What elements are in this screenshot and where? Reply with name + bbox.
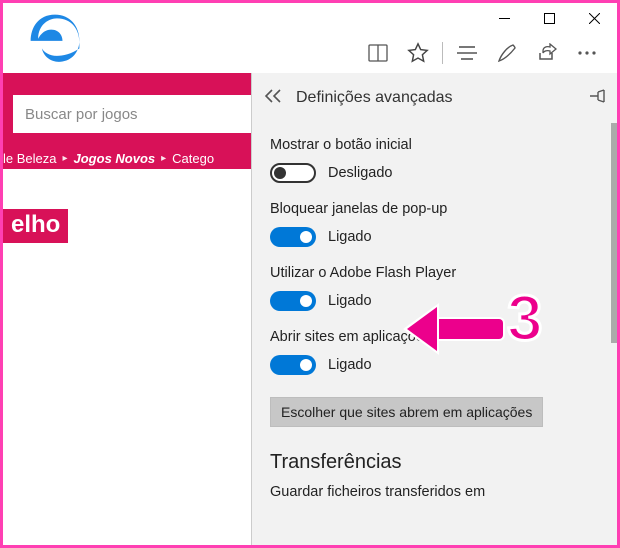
chevron-right-icon: ▸ <box>62 153 67 164</box>
page-badge: elho <box>3 209 68 243</box>
setting-open-in-apps: Abrir sites em aplicações Ligado <box>270 329 599 375</box>
hub-lines-icon[interactable] <box>447 33 487 73</box>
toggle-state-text: Ligado <box>328 357 372 373</box>
nav-item[interactable]: Catego <box>172 151 214 166</box>
section-heading-downloads: Transferências <box>270 451 599 474</box>
chevron-right-icon: ▸ <box>161 153 166 164</box>
choose-sites-button[interactable]: Escolher que sites abrem em aplicações <box>270 397 543 427</box>
share-icon[interactable] <box>527 33 567 73</box>
setting-label: Utilizar o Adobe Flash Player <box>270 265 599 281</box>
downloads-subline: Guardar ficheiros transferidos em <box>270 484 599 500</box>
setting-block-popups: Bloquear janelas de pop-up Ligado <box>270 201 599 247</box>
panel-title: Definições avançadas <box>296 89 453 107</box>
nav-item-active[interactable]: Jogos Novos <box>74 151 156 166</box>
nav-item[interactable]: le Beleza <box>3 151 56 166</box>
edge-logo-icon <box>25 9 85 69</box>
search-input[interactable]: Buscar por jogos <box>13 95 261 133</box>
toggle-home-button[interactable] <box>270 163 316 183</box>
more-icon[interactable] <box>567 33 607 73</box>
reading-list-icon[interactable] <box>358 33 398 73</box>
setting-label: Abrir sites em aplicações <box>270 329 599 345</box>
toggle-state-text: Ligado <box>328 229 372 245</box>
setting-label: Bloquear janelas de pop-up <box>270 201 599 217</box>
toggle-open-in-apps[interactable] <box>270 355 316 375</box>
category-nav: le Beleza ▸ Jogos Novos ▸ Catego <box>3 147 253 169</box>
toolbar-separator <box>442 42 443 64</box>
setting-home-button: Mostrar o botão inicial Desligado <box>270 137 599 183</box>
scrollbar[interactable] <box>611 123 617 343</box>
page-content: Buscar por jogos le Beleza ▸ Jogos Novos… <box>3 73 253 548</box>
toggle-block-popups[interactable] <box>270 227 316 247</box>
favorites-star-icon[interactable] <box>398 33 438 73</box>
setting-label: Mostrar o botão inicial <box>270 137 599 153</box>
back-chevrons-icon[interactable] <box>264 89 282 108</box>
close-button[interactable] <box>572 3 617 33</box>
search-placeholder: Buscar por jogos <box>25 106 138 123</box>
pen-notes-icon[interactable] <box>487 33 527 73</box>
toggle-flash-player[interactable] <box>270 291 316 311</box>
setting-flash-player: Utilizar o Adobe Flash Player Ligado <box>270 265 599 311</box>
toggle-state-text: Ligado <box>328 293 372 309</box>
panel-header: Definições avançadas <box>252 73 617 123</box>
advanced-settings-panel: Definições avançadas Mostrar o botão ini… <box>251 73 617 545</box>
pin-icon[interactable] <box>589 89 605 108</box>
browser-toolbar <box>3 33 617 73</box>
window-titlebar <box>3 3 617 33</box>
maximize-button[interactable] <box>527 3 572 33</box>
minimize-button[interactable] <box>482 3 527 33</box>
toggle-state-text: Desligado <box>328 165 393 181</box>
